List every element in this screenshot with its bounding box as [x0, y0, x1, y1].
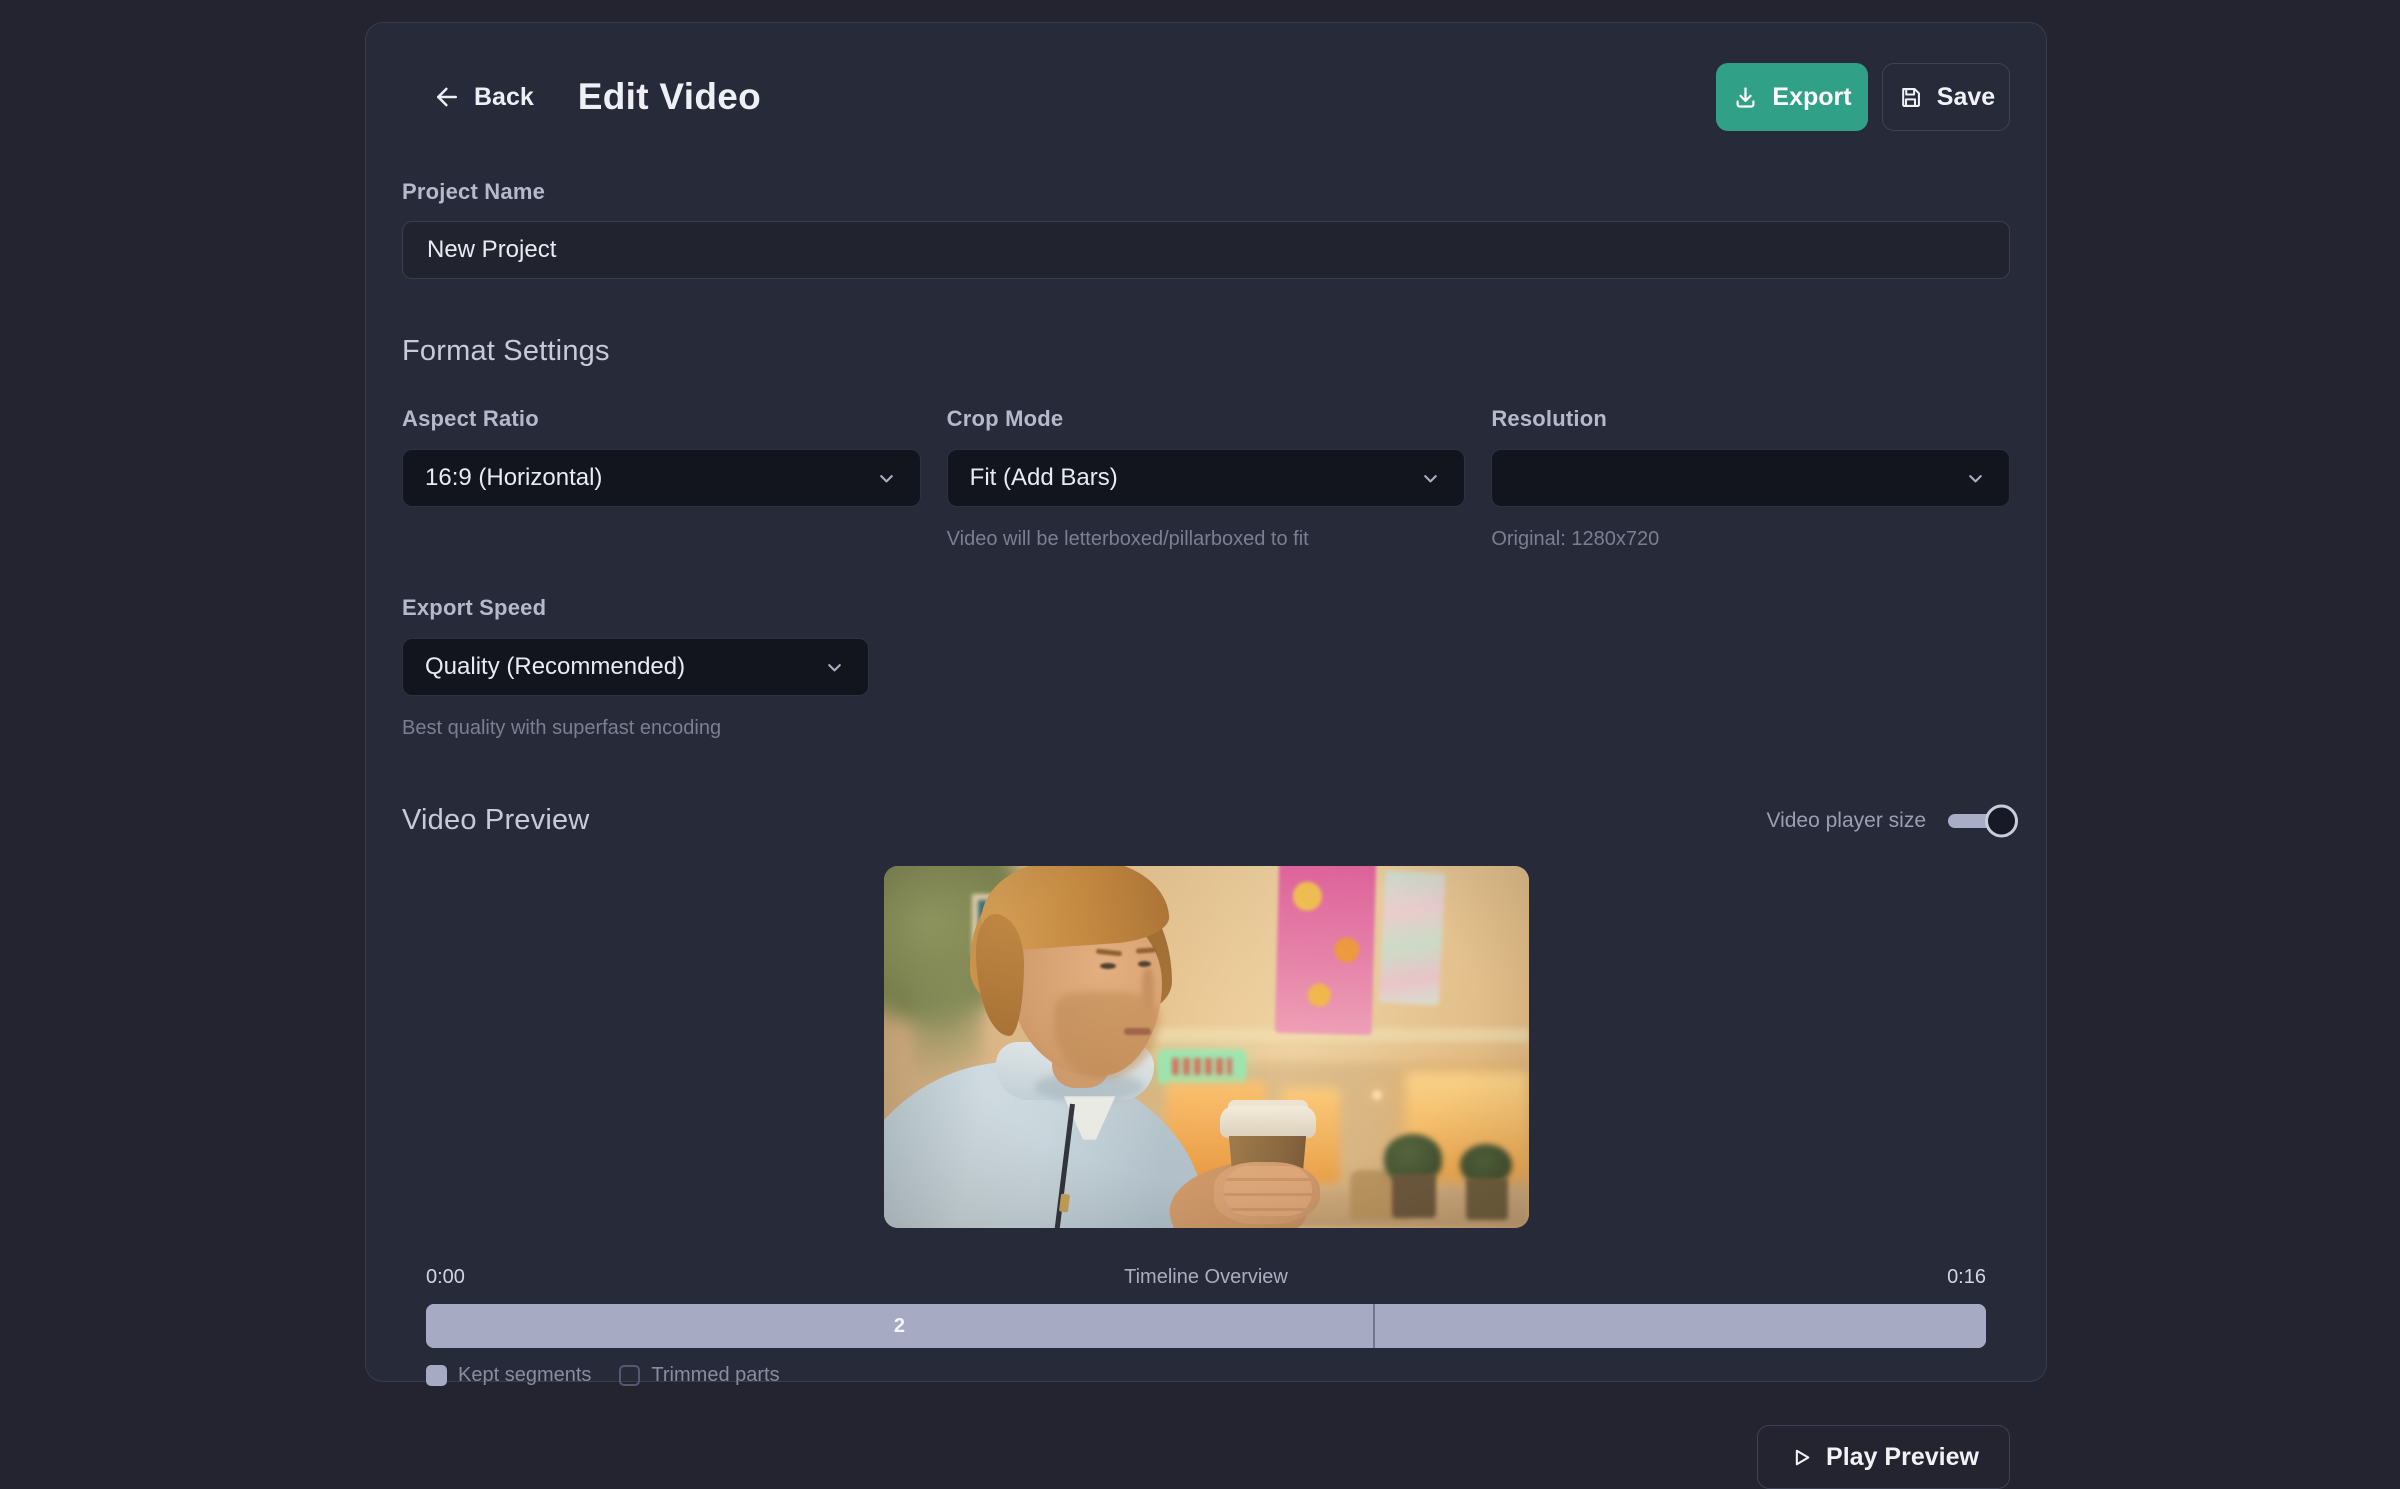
- export-speed-select[interactable]: Quality (Recommended): [402, 638, 869, 696]
- video-preview-title: Video Preview: [402, 804, 589, 837]
- timeline-start-time: 0:00: [426, 1266, 465, 1289]
- resolution-select[interactable]: [1491, 449, 2010, 507]
- project-name-label: Project Name: [402, 179, 2010, 205]
- crop-mode-label: Crop Mode: [947, 406, 1466, 432]
- back-button[interactable]: Back: [432, 82, 534, 112]
- aspect-ratio-select[interactable]: 16:9 (Horizontal): [402, 449, 921, 507]
- player-size-slider-thumb[interactable]: [1985, 804, 2018, 837]
- kept-segments-swatch: [426, 1365, 447, 1386]
- timeline-segment-label: 2: [894, 1315, 905, 1338]
- save-button[interactable]: Save: [1882, 63, 2010, 131]
- crop-mode-field: Crop Mode Fit (Add Bars) Video will be l…: [947, 406, 1466, 551]
- timeline-title: Timeline Overview: [465, 1266, 1947, 1289]
- timeline-segment[interactable]: [1373, 1304, 1986, 1348]
- aspect-ratio-value: 16:9 (Horizontal): [425, 464, 602, 492]
- timeline-legend: Kept segments Trimmed parts: [426, 1364, 1986, 1387]
- resolution-label: Resolution: [1491, 406, 2010, 432]
- trimmed-parts-swatch: [619, 1365, 640, 1386]
- export-button-label: Export: [1772, 83, 1851, 112]
- resolution-help: Original: 1280x720: [1491, 528, 2010, 551]
- timeline-segment[interactable]: 2: [426, 1304, 1373, 1348]
- chevron-down-icon: [1964, 467, 1987, 490]
- legend-kept-segments: Kept segments: [426, 1364, 591, 1387]
- aspect-ratio-label: Aspect Ratio: [402, 406, 921, 432]
- play-preview-label: Play Preview: [1826, 1443, 1979, 1472]
- play-preview-row: Play Preview: [402, 1425, 2010, 1489]
- video-art-vignette: [884, 866, 1529, 1228]
- crop-mode-value: Fit (Add Bars): [970, 464, 1118, 492]
- player-size-slider[interactable]: [1948, 814, 2010, 828]
- timeline-bar[interactable]: 2: [426, 1304, 1986, 1348]
- crop-mode-help: Video will be letterboxed/pillarboxed to…: [947, 528, 1466, 551]
- resolution-field: Resolution Original: 1280x720: [1491, 406, 2010, 551]
- timeline-section: 0:00 Timeline Overview 0:16 2 Kept segme…: [426, 1266, 1986, 1387]
- export-speed-label: Export Speed: [402, 595, 2010, 621]
- download-icon: [1732, 84, 1759, 111]
- export-button[interactable]: Export: [1716, 63, 1868, 131]
- header: Back Edit Video Export Save: [402, 63, 2010, 131]
- page-title: Edit Video: [578, 76, 761, 118]
- chevron-down-icon: [823, 656, 846, 679]
- video-preview-area: [402, 866, 2010, 1228]
- save-icon: [1897, 84, 1924, 111]
- player-size-label: Video player size: [1766, 809, 1926, 833]
- format-settings-grid: Aspect Ratio 16:9 (Horizontal) Crop Mode…: [402, 406, 2010, 551]
- timeline-end-time: 0:16: [1947, 1266, 1986, 1289]
- project-name-block: Project Name New Project: [402, 179, 2010, 279]
- chevron-down-icon: [1419, 467, 1442, 490]
- back-arrow-icon: [432, 82, 462, 112]
- video-preview-frame[interactable]: [884, 866, 1529, 1228]
- format-settings-title: Format Settings: [402, 335, 2010, 368]
- kept-segments-label: Kept segments: [458, 1364, 591, 1387]
- legend-trimmed-parts: Trimmed parts: [619, 1364, 779, 1387]
- project-name-value: New Project: [427, 236, 556, 264]
- play-preview-button[interactable]: Play Preview: [1757, 1425, 2010, 1489]
- crop-mode-select[interactable]: Fit (Add Bars): [947, 449, 1466, 507]
- play-icon: [1788, 1445, 1813, 1470]
- export-speed-help: Best quality with superfast encoding: [402, 717, 2010, 740]
- back-label: Back: [474, 83, 534, 112]
- edit-video-panel: Back Edit Video Export Save Project Name…: [365, 22, 2047, 1382]
- export-speed-field: Export Speed Quality (Recommended) Best …: [402, 595, 2010, 740]
- timeline-labels: 0:00 Timeline Overview 0:16: [426, 1266, 1986, 1289]
- aspect-ratio-field: Aspect Ratio 16:9 (Horizontal): [402, 406, 921, 551]
- export-speed-value: Quality (Recommended): [425, 653, 685, 681]
- player-size-control: Video player size: [1766, 809, 2010, 833]
- save-button-label: Save: [1937, 83, 1995, 112]
- trimmed-parts-label: Trimmed parts: [651, 1364, 779, 1387]
- project-name-input[interactable]: New Project: [402, 221, 2010, 279]
- header-actions: Export Save: [1716, 63, 2010, 131]
- chevron-down-icon: [875, 467, 898, 490]
- video-preview-header: Video Preview Video player size: [402, 804, 2010, 837]
